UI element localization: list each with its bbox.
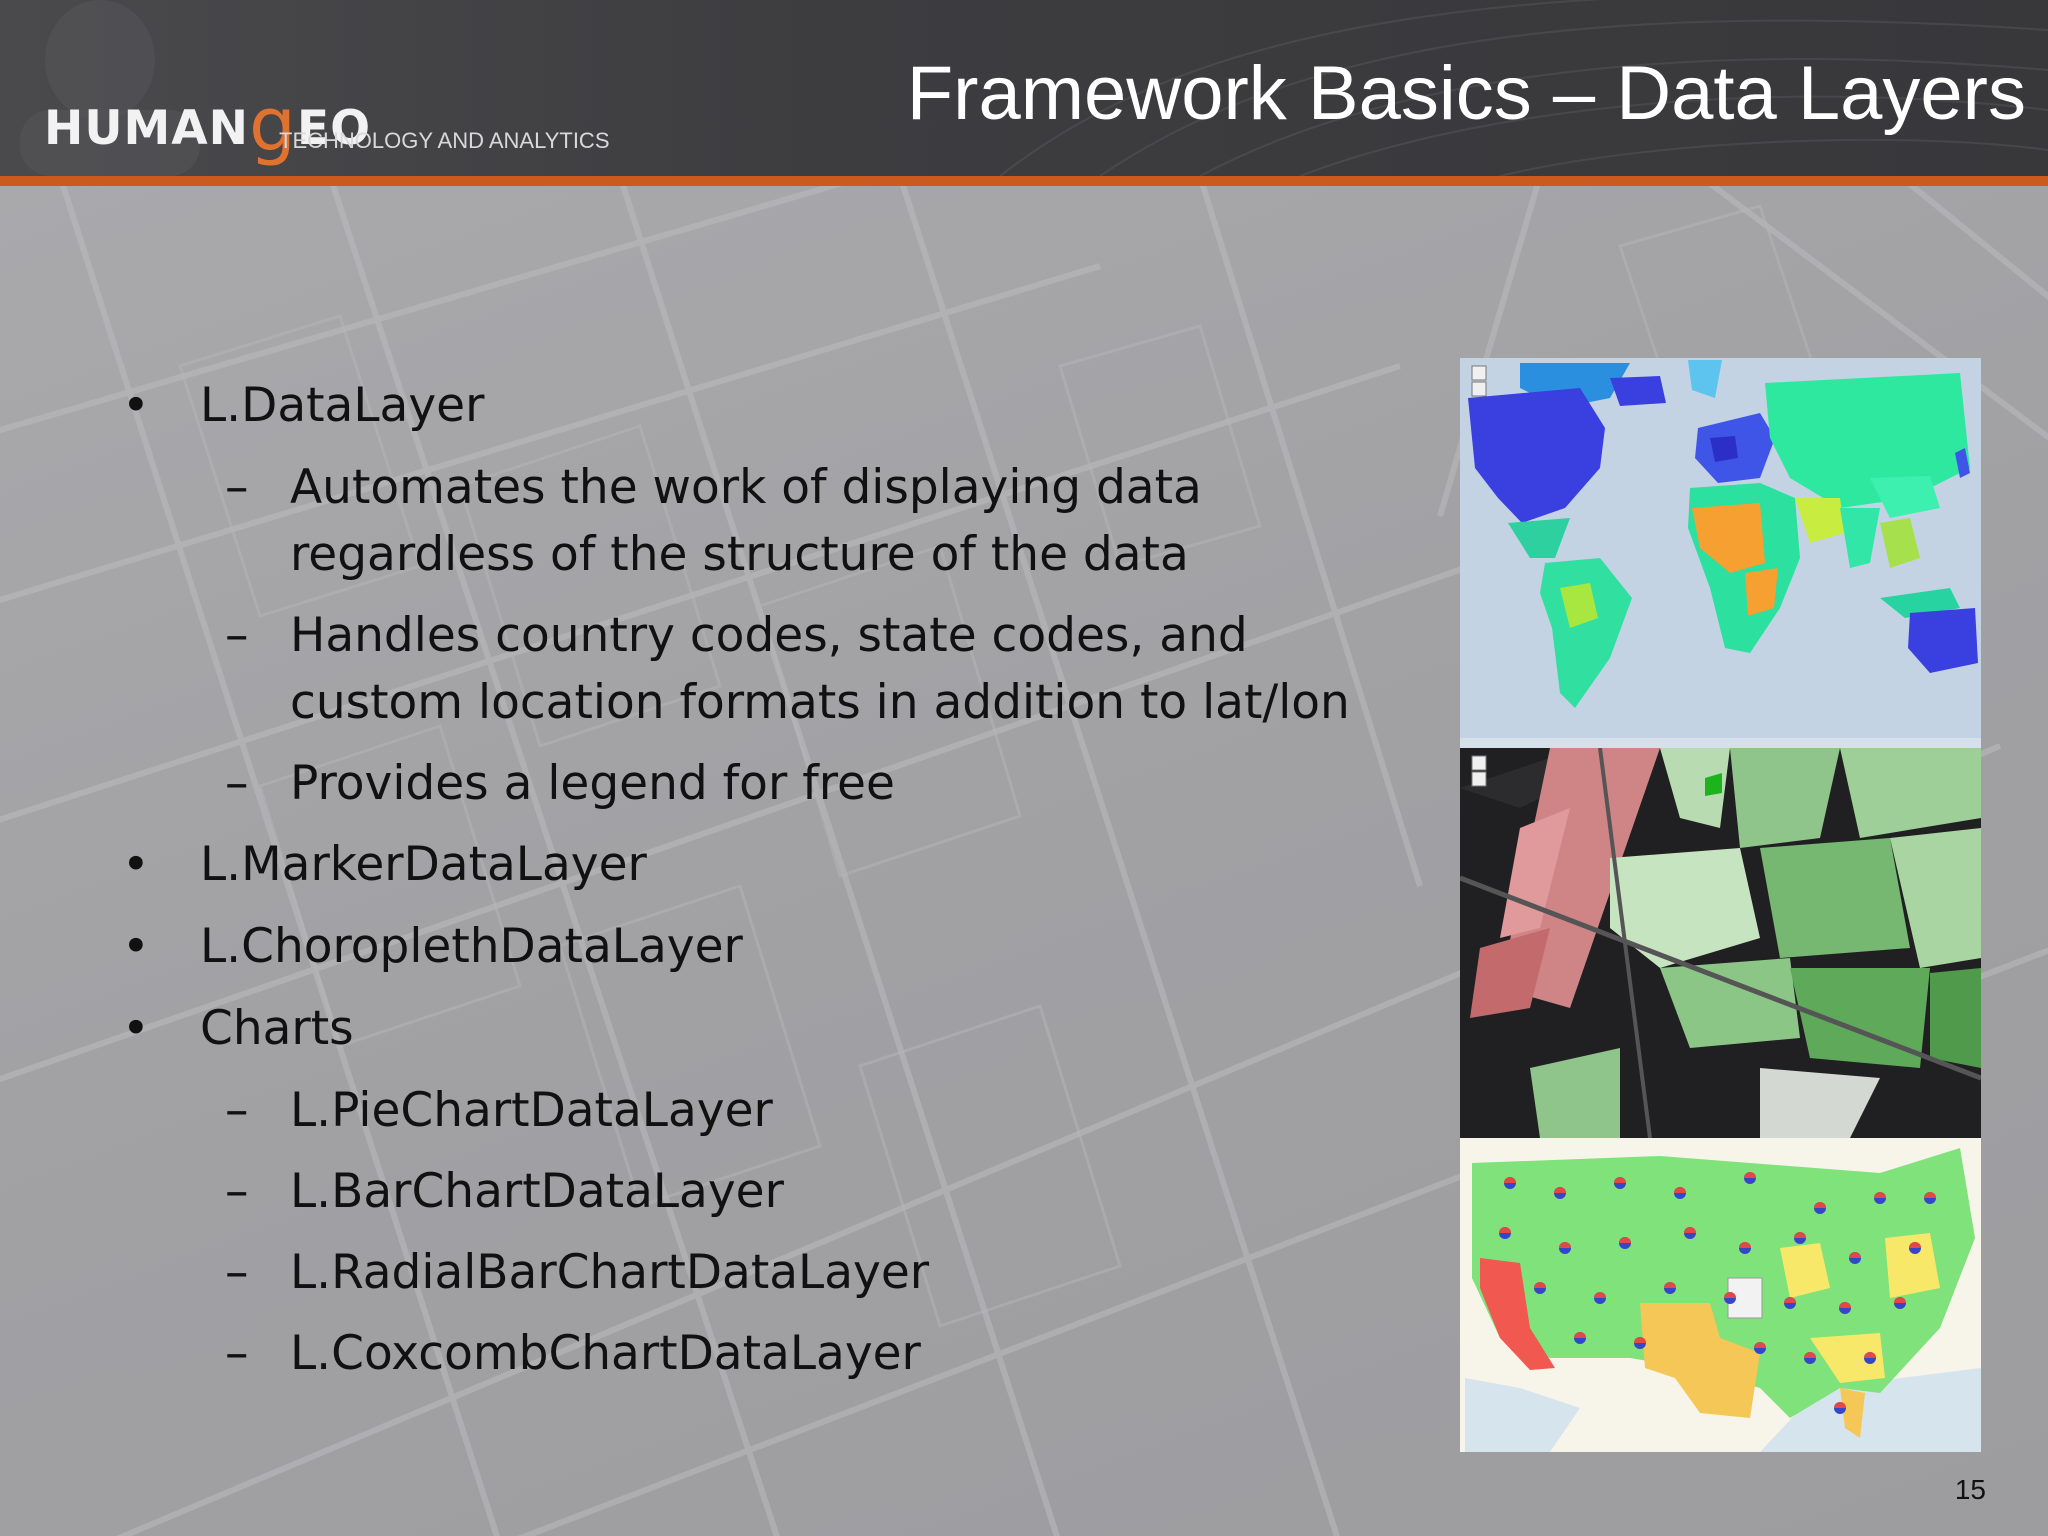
slide-title: Framework Basics – Data Layers — [906, 51, 2026, 136]
dash-marker: – — [225, 756, 249, 811]
sub-bullet-text: L.RadialBarChartDataLayer — [290, 1245, 930, 1300]
sub-bullet-item: – L.CoxcombChartDataLayer — [120, 1320, 1360, 1387]
dash-marker: – — [225, 1245, 249, 1300]
bullet-marker: • — [122, 837, 150, 892]
bullet-text: L.MarkerDataLayer — [200, 837, 647, 892]
bullet-text: L.ChoroplethDataLayer — [200, 919, 743, 974]
sub-bullet-item: – Automates the work of displaying data … — [120, 454, 1360, 588]
logo-word-g: g — [248, 82, 297, 168]
bullet-list: • L.DataLayer – Automates the work of di… — [120, 372, 1360, 1401]
dash-marker: – — [225, 460, 249, 515]
dash-marker: – — [225, 1164, 249, 1219]
bullet-item: • L.MarkerDataLayer — [120, 831, 1360, 899]
bullet-text: Charts — [200, 1001, 354, 1056]
city-choropleth-map-thumbnail — [1460, 748, 1981, 1138]
dash-marker: – — [225, 608, 249, 663]
dash-marker: – — [225, 1083, 249, 1138]
logo-tagline: TECHNOLOGY AND ANALYTICS — [279, 128, 610, 153]
us-pie-chart-map-thumbnail — [1460, 1138, 1981, 1452]
logo-word-start: HUMAN — [44, 101, 249, 156]
humangeo-logo: HUMANgEO TECHNOLOGY AND ANALYTICS — [44, 62, 610, 168]
sub-bullet-item: – L.BarChartDataLayer — [120, 1158, 1360, 1225]
map-thumbnails — [1460, 358, 1981, 1452]
world-choropleth-map-thumbnail — [1460, 358, 1981, 748]
slide-number: 15 — [1954, 1474, 1986, 1505]
sub-bullet-text: L.CoxcombChartDataLayer — [290, 1326, 921, 1381]
sub-bullet-item: – Provides a legend for free — [120, 750, 1360, 817]
bullet-marker: • — [122, 378, 150, 433]
bullet-marker: • — [122, 919, 150, 974]
sub-bullet-text: Automates the work of displaying data re… — [290, 460, 1202, 582]
sub-bullet-text: Provides a legend for free — [290, 756, 895, 811]
bullet-item: • L.DataLayer — [120, 372, 1360, 440]
bullet-text: L.DataLayer — [200, 378, 485, 433]
bullet-item: • L.ChoroplethDataLayer — [120, 913, 1360, 981]
header-accent-rule — [0, 176, 2048, 186]
dash-marker: – — [225, 1326, 249, 1381]
sub-bullet-text: L.PieChartDataLayer — [290, 1083, 773, 1138]
sub-bullet-item: – L.PieChartDataLayer — [120, 1077, 1360, 1144]
sub-bullet-item: – L.RadialBarChartDataLayer — [120, 1239, 1360, 1306]
bullet-marker: • — [122, 1001, 150, 1056]
sub-bullet-text: Handles country codes, state codes, and … — [290, 608, 1350, 730]
sub-bullet-item: – Handles country codes, state codes, an… — [120, 602, 1360, 736]
slide-header: HUMANgEO TECHNOLOGY AND ANALYTICS Framew… — [0, 0, 2048, 176]
sub-bullet-text: L.BarChartDataLayer — [290, 1164, 784, 1219]
bullet-item: • Charts — [120, 995, 1360, 1063]
